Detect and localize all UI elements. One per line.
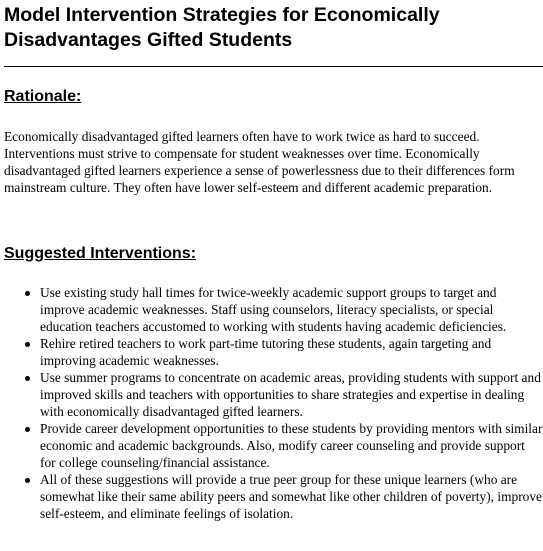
bullet-icon [25, 291, 30, 296]
document-page: Model Intervention Strategies for Econom… [0, 0, 543, 551]
list-item-text: All of these suggestions will provide a … [40, 472, 542, 521]
list-item-text: Rehire retired teachers to work part-tim… [40, 336, 492, 368]
page-title: Model Intervention Strategies for Econom… [4, 4, 440, 51]
interventions-heading: Suggested Interventions: [4, 245, 197, 262]
title-divider [4, 66, 543, 67]
bullet-icon [25, 376, 30, 381]
bullet-icon [25, 342, 30, 347]
list-item-text: Provide career development opportunities… [40, 421, 543, 470]
list-item: Provide career development opportunities… [25, 420, 543, 471]
bullet-icon [25, 478, 30, 483]
list-item-text: Use existing study hall times for twice-… [40, 285, 507, 334]
list-item: All of these suggestions will provide a … [25, 471, 543, 522]
rationale-paragraph: Economically disadvantaged gifted learne… [4, 129, 515, 195]
rationale-heading: Rationale: [4, 88, 82, 105]
list-item: Use existing study hall times for twice-… [25, 284, 543, 335]
list-item-text: Use summer programs to concentrate on ac… [40, 370, 541, 419]
bullet-icon [25, 427, 30, 432]
interventions-list: Use existing study hall times for twice-… [4, 284, 543, 522]
list-item: Rehire retired teachers to work part-tim… [25, 335, 543, 369]
list-item: Use summer programs to concentrate on ac… [25, 369, 543, 420]
